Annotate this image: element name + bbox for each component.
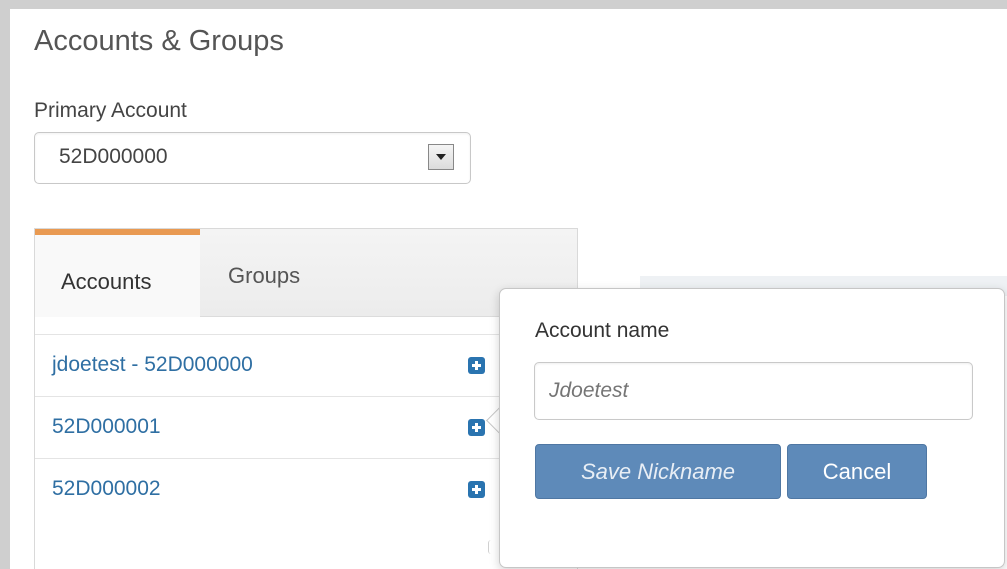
plus-square-icon[interactable]	[468, 357, 485, 374]
account-link[interactable]: jdoetest - 52D000000	[52, 353, 253, 377]
cancel-button[interactable]: Cancel	[787, 444, 927, 499]
plus-square-icon[interactable]	[468, 419, 485, 436]
account-link[interactable]: 52D000002	[52, 477, 161, 501]
tab-accounts-label: Accounts	[61, 269, 152, 294]
account-link[interactable]: 52D000001	[52, 415, 161, 439]
page-title: Accounts & Groups	[34, 25, 284, 57]
tab-groups-label: Groups	[228, 263, 301, 288]
dropdown-arrow-icon[interactable]	[428, 144, 454, 170]
save-nickname-button[interactable]: Save Nickname	[535, 444, 781, 499]
account-name-label: Account name	[535, 319, 670, 342]
primary-account-label: Primary Account	[34, 99, 187, 122]
accounts-groups-panel: Accounts Groups jdoetest - 52D000000 52D…	[34, 228, 578, 569]
scroll-edge	[488, 540, 497, 554]
primary-account-value: 52D000000	[59, 145, 168, 168]
primary-account-select[interactable]: 52D000000	[34, 132, 471, 184]
tab-groups[interactable]: Groups	[200, 229, 330, 316]
list-item: 52D000002	[35, 458, 577, 520]
list-item: jdoetest - 52D000000	[35, 334, 577, 396]
nickname-popover: Account name Save Nickname Cancel	[499, 288, 1005, 568]
account-name-input[interactable]	[534, 362, 973, 420]
tab-bar: Accounts Groups	[35, 229, 577, 317]
tab-accounts[interactable]: Accounts	[35, 229, 200, 317]
plus-square-icon[interactable]	[468, 481, 485, 498]
